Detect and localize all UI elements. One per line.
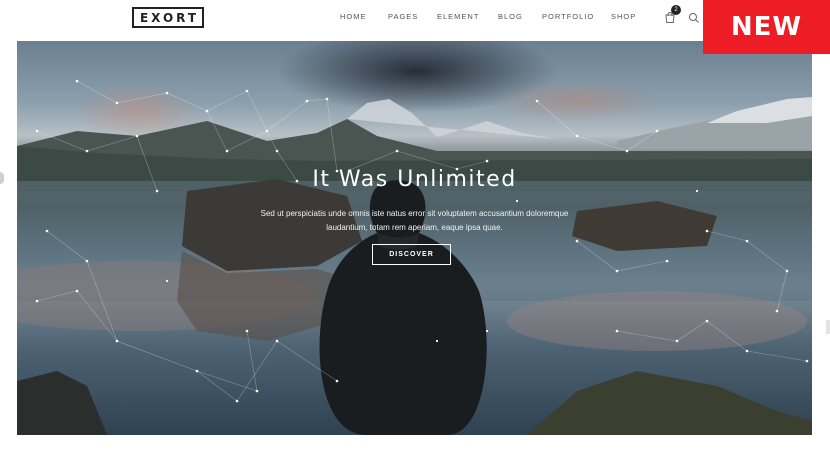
hero-description: Sed ut perspiciatis unde omnis iste natu… — [247, 207, 582, 235]
nav-element[interactable]: ELEMENT — [437, 12, 479, 21]
hero-description-line-2: laudantium, totam rem aperiam, eaque ips… — [326, 223, 503, 232]
nav-blog[interactable]: BLOG — [498, 12, 523, 21]
nav-portfolio[interactable]: PORTFOLIO — [542, 12, 594, 21]
nav-shop[interactable]: SHOP — [611, 12, 636, 21]
nav-home[interactable]: HOME — [340, 12, 367, 21]
discover-button[interactable]: DISCOVER — [372, 244, 451, 265]
hero-title: It Was Unlimited — [312, 167, 517, 192]
hero-slider: It Was Unlimited Sed ut perspiciatis und… — [17, 41, 812, 435]
hero-description-line-1: Sed ut perspiciatis unde omnis iste natu… — [260, 209, 569, 218]
left-edge-tab[interactable] — [0, 172, 4, 184]
right-edge-tab[interactable] — [826, 320, 830, 334]
constellation-overlay — [35, 79, 809, 403]
new-badge: NEW — [703, 0, 830, 54]
site-logo[interactable]: EXORT — [132, 7, 204, 28]
search-icon[interactable] — [688, 12, 700, 24]
nav-pages[interactable]: PAGES — [388, 12, 418, 21]
cart-count-badge: 2 — [671, 5, 681, 15]
